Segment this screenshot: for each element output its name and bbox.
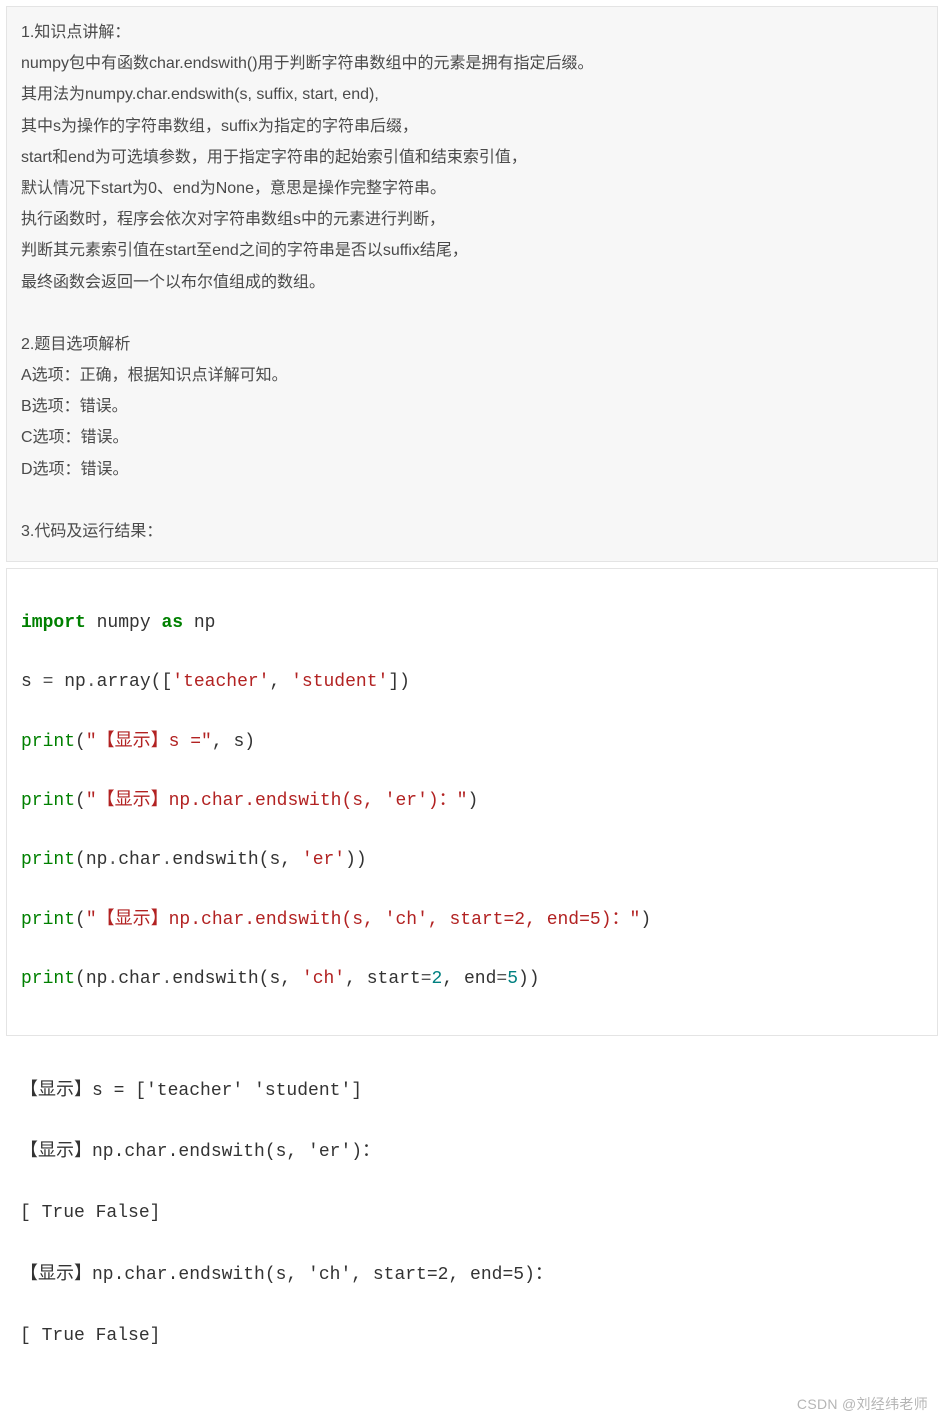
output-line: 【显示】s = ['teacher' 'student'] — [20, 1076, 924, 1107]
string-literal: 'teacher' — [172, 672, 269, 692]
output-line: 【显示】np.char.endswith(s, 'ch', start=2, e… — [20, 1260, 924, 1291]
explain-line: 1.知识点讲解： — [21, 17, 923, 48]
explain-line: D选项：错误。 — [21, 454, 923, 485]
code-text: ) — [640, 910, 651, 930]
dot: . — [107, 969, 118, 989]
dot: . — [161, 850, 172, 870]
string-literal: 'student' — [291, 672, 388, 692]
explain-line: start和end为可选填参数，用于指定字符串的起始索引值和结束索引值， — [21, 142, 923, 173]
explain-line: 执行函数时，程序会依次对字符串数组s中的元素进行判断， — [21, 204, 923, 235]
code-line: print(np.char.endswith(s, 'ch', start=2,… — [21, 965, 923, 995]
code-block: import numpy as np s = np.array(['teache… — [6, 568, 938, 1035]
explain-line: 最终函数会返回一个以布尔值组成的数组。 — [21, 267, 923, 298]
builtin-print: print — [21, 791, 75, 811]
code-text: ]) — [388, 672, 410, 692]
blank-line — [21, 298, 923, 329]
code-line: print("【显示】np.char.endswith(s, 'er')：") — [21, 787, 923, 817]
code-line: import numpy as np — [21, 609, 923, 639]
code-text: np — [53, 672, 85, 692]
builtin-print: print — [21, 732, 75, 752]
explain-line: 判断其元素索引值在start至end之间的字符串是否以suffix结尾， — [21, 235, 923, 266]
code-text: numpy — [86, 613, 162, 633]
explain-line: 其中s为操作的字符串数组，suffix为指定的字符串后缀， — [21, 111, 923, 142]
output-line: [ True False] — [20, 1321, 924, 1352]
string-literal: "【显示】s =" — [86, 732, 212, 752]
dot: . — [86, 672, 97, 692]
code-text: ( — [75, 910, 86, 930]
code-text: (np — [75, 850, 107, 870]
string-literal: 'ch' — [302, 969, 345, 989]
explain-line: 默认情况下start为0、end为None，意思是操作完整字符串。 — [21, 173, 923, 204]
keyword-import: import — [21, 613, 86, 633]
code-text: (np — [75, 969, 107, 989]
watermark: CSDN @刘经纬老师 — [797, 1393, 928, 1417]
explain-line: numpy包中有函数char.endswith()用于判断字符串数组中的元素是拥… — [21, 48, 923, 79]
code-text: ) — [467, 791, 478, 811]
builtin-print: print — [21, 969, 75, 989]
string-literal: "【显示】np.char.endswith(s, 'ch', start=2, … — [86, 910, 640, 930]
code-text: char — [118, 850, 161, 870]
string-literal: "【显示】np.char.endswith(s, 'er')：" — [86, 791, 468, 811]
explain-line: 2.题目选项解析 — [21, 329, 923, 360]
output-block: 【显示】s = ['teacher' 'student'] 【显示】np.cha… — [6, 1040, 938, 1421]
operator: = — [421, 969, 432, 989]
string-literal: 'er' — [302, 850, 345, 870]
code-text: , end — [442, 969, 496, 989]
output-line: 【显示】np.char.endswith(s, 'er')： — [20, 1137, 924, 1168]
explain-line: A选项：正确，根据知识点详解可知。 — [21, 360, 923, 391]
code-text: array([ — [97, 672, 173, 692]
operator: = — [43, 672, 54, 692]
number-literal: 2 — [432, 969, 443, 989]
code-text: ( — [75, 732, 86, 752]
code-text: , start — [345, 969, 421, 989]
explanation-box: 1.知识点讲解： numpy包中有函数char.endswith()用于判断字符… — [6, 6, 938, 562]
code-line: print("【显示】s =", s) — [21, 728, 923, 758]
code-text: char — [118, 969, 161, 989]
code-text: np — [183, 613, 215, 633]
builtin-print: print — [21, 850, 75, 870]
code-line: print("【显示】np.char.endswith(s, 'ch', sta… — [21, 906, 923, 936]
code-text: endswith(s, — [172, 969, 302, 989]
explain-line: B选项：错误。 — [21, 391, 923, 422]
explain-line: 3.代码及运行结果： — [21, 516, 923, 547]
code-text: s — [21, 672, 43, 692]
keyword-as: as — [161, 613, 183, 633]
operator: = — [496, 969, 507, 989]
number-literal: 5 — [507, 969, 518, 989]
code-text: ( — [75, 791, 86, 811]
code-text: , s) — [212, 732, 255, 752]
explain-line: C选项：错误。 — [21, 422, 923, 453]
dot: . — [107, 850, 118, 870]
dot: . — [161, 969, 172, 989]
code-line: s = np.array(['teacher', 'student']) — [21, 668, 923, 698]
code-text: endswith(s, — [172, 850, 302, 870]
code-text: )) — [518, 969, 540, 989]
code-line: print(np.char.endswith(s, 'er')) — [21, 846, 923, 876]
builtin-print: print — [21, 910, 75, 930]
code-text: , — [269, 672, 291, 692]
explain-line: 其用法为numpy.char.endswith(s, suffix, start… — [21, 79, 923, 110]
blank-line — [21, 485, 923, 516]
code-text: )) — [345, 850, 367, 870]
output-line: [ True False] — [20, 1198, 924, 1229]
